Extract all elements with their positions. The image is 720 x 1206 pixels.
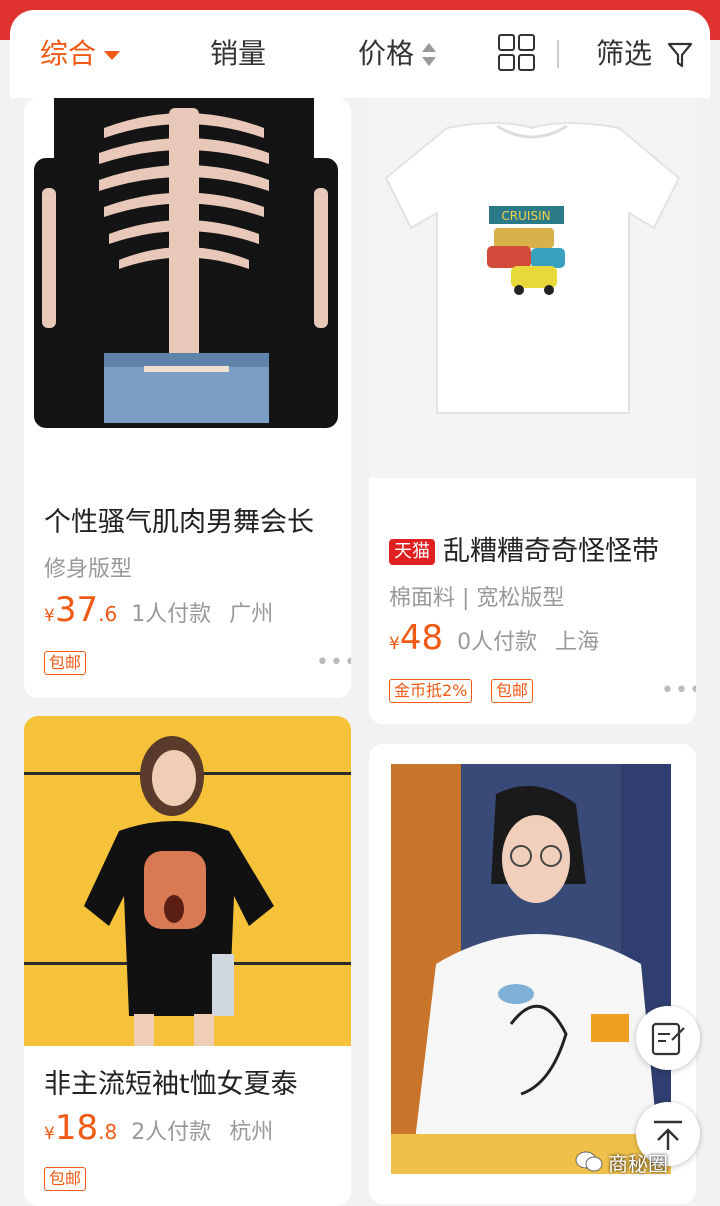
price-integer: 37	[54, 590, 99, 630]
sales-count: 2人付款	[131, 1120, 212, 1145]
filter-button[interactable]: 筛选	[596, 34, 693, 74]
product-title: 乱糟糟奇奇怪怪带	[443, 536, 659, 567]
grid-view-icon[interactable]	[498, 34, 536, 72]
free-shipping-tag: 包邮	[491, 679, 534, 703]
product-attrs: 修身版型	[44, 557, 133, 582]
free-shipping-tag: 包邮	[44, 651, 87, 675]
product-image[interactable]	[391, 764, 671, 1174]
currency-symbol: ¥	[44, 1124, 55, 1144]
currency-symbol: ¥	[389, 634, 400, 654]
sort-price[interactable]: 价格	[358, 34, 437, 74]
price-line: ¥48 0人付款 上海	[389, 618, 599, 658]
divider	[557, 40, 559, 68]
watermark: 商秘圈	[608, 1152, 668, 1176]
sales-count: 1人付款	[131, 602, 212, 627]
product-image[interactable]: CRUISIN	[369, 98, 696, 478]
product-title[interactable]: 个性骚气肌肉男舞会长	[44, 500, 314, 539]
filter-label: 筛选	[596, 37, 653, 70]
more-dots-icon[interactable]: •••	[316, 650, 351, 675]
sort-comprehensive[interactable]: 综合	[40, 34, 121, 74]
product-attrs: 棉面料 | 宽松版型	[389, 586, 565, 611]
location: 上海	[555, 630, 600, 655]
product-title[interactable]: 非主流短袖t恤女夏泰	[44, 1062, 298, 1101]
more-dots-icon[interactable]: •••	[661, 678, 696, 703]
product-image[interactable]	[24, 98, 351, 458]
sort-updown-icon	[422, 40, 437, 70]
free-shipping-tag: 包邮	[44, 1167, 87, 1191]
coin-discount-tag: 金币抵2%	[389, 679, 473, 703]
product-title-row[interactable]: 天猫 乱糟糟奇奇怪怪带	[389, 529, 659, 568]
price-line: ¥18.8 2人付款 杭州	[44, 1108, 273, 1148]
sort-sales[interactable]: 销量	[210, 34, 266, 74]
edit-note-button[interactable]	[636, 1006, 700, 1070]
price-decimal: .8	[98, 1120, 118, 1144]
price-integer: 18	[54, 1108, 99, 1148]
price-decimal: .6	[98, 602, 118, 626]
location: 杭州	[229, 1120, 274, 1145]
edit-note-icon	[651, 1022, 685, 1056]
product-card[interactable]: 非主流短袖t恤女夏泰 ¥18.8 2人付款 杭州 包邮	[24, 716, 351, 1206]
location: 广州	[229, 602, 274, 627]
sort-comprehensive-label: 综合	[40, 37, 97, 70]
product-card[interactable]: CRUISIN 天猫 乱糟糟奇奇怪怪带 棉面料 | 宽松版型 ¥48 0人付款 上海 …	[369, 98, 696, 724]
tshirt-print-text: CRUISIN	[501, 209, 550, 223]
sales-count: 0人付款	[457, 630, 538, 655]
sort-bar: 综合 销量 价格 筛选	[10, 10, 710, 98]
sort-sales-label: 销量	[210, 37, 267, 70]
chevron-down-icon	[104, 50, 121, 60]
filter-funnel-icon	[667, 42, 693, 68]
sort-price-label: 价格	[358, 37, 415, 70]
price-line: ¥37.6 1人付款 广州	[44, 590, 273, 630]
wechat-icon	[575, 1151, 603, 1172]
product-image[interactable]	[24, 716, 351, 1046]
price-integer: 48	[399, 618, 444, 658]
product-card[interactable]: 个性骚气肌肉男舞会长 修身版型 ¥37.6 1人付款广州 包邮 •••	[24, 98, 351, 698]
tmall-badge: 天猫	[389, 539, 435, 565]
currency-symbol: ¥	[44, 606, 55, 626]
